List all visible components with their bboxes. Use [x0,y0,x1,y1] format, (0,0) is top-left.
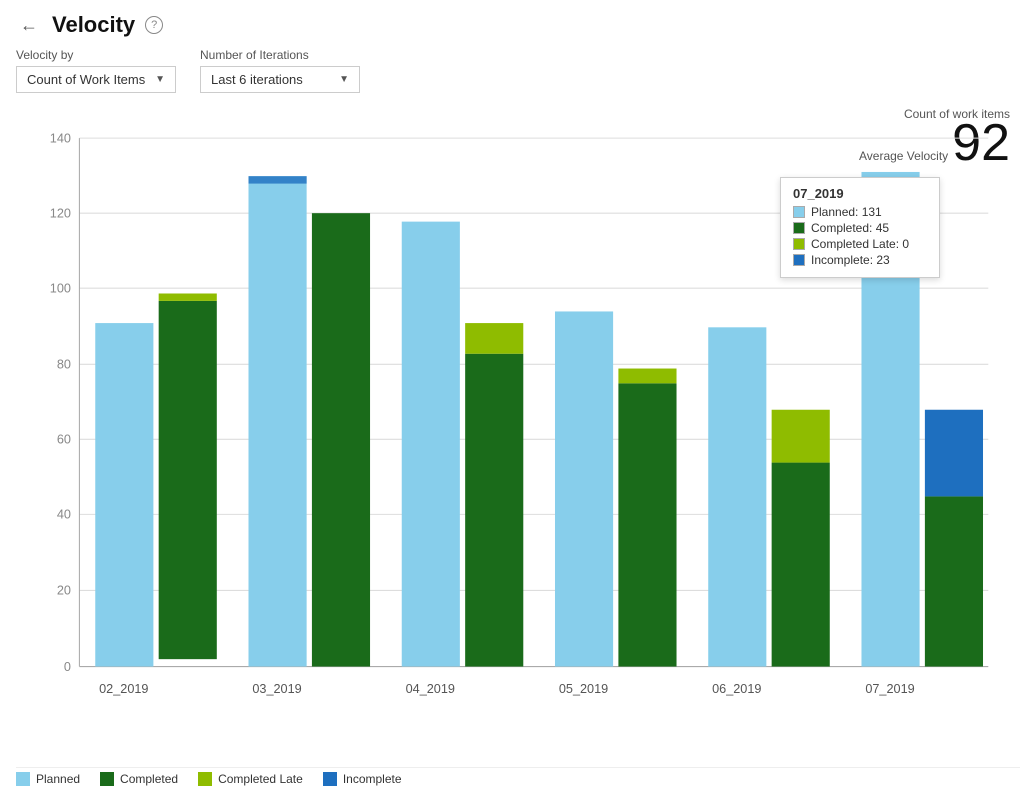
svg-text:140: 140 [50,131,71,145]
completed-late-bar-02 [159,293,217,300]
svg-text:80: 80 [57,358,71,372]
bar-group-03-2019: 03_2019 [249,176,371,696]
bar-group-06-2019: 06_2019 [708,327,830,696]
legend-completed-late-swatch [198,772,212,786]
planned-bar-05 [555,311,613,666]
completed-late-bar-04 [465,323,523,354]
svg-text:0: 0 [64,660,71,674]
chart-container: 140 120 100 80 60 40 20 0 [16,117,1020,763]
planned-bar-07 [861,172,919,667]
completed-late-bar-06 [772,410,830,463]
svg-text:05_2019: 05_2019 [559,682,608,696]
svg-text:120: 120 [50,206,71,220]
legend-item-incomplete: Incomplete [323,772,402,786]
bar-group-07-2019: 07_2019 [861,172,983,696]
bar-chart: 140 120 100 80 60 40 20 0 [16,117,1020,763]
iterations-group: Number of Iterations Last 6 iterations ▼ [200,48,360,93]
legend-incomplete-swatch [323,772,337,786]
completed-bar-05 [618,383,676,666]
svg-text:02_2019: 02_2019 [99,682,148,696]
planned-bar-04 [402,222,460,667]
svg-text:04_2019: 04_2019 [406,682,455,696]
velocity-by-label: Velocity by [16,48,176,62]
velocity-by-group: Velocity by Count of Work Items ▼ [16,48,176,93]
iterations-label: Number of Iterations [200,48,360,62]
legend-item-completed-late: Completed Late [198,772,303,786]
completed-bar-02 [159,301,217,659]
legend-item-planned: Planned [16,772,80,786]
legend-item-completed: Completed [100,772,178,786]
completed-bar-03 [312,213,370,666]
svg-text:06_2019: 06_2019 [712,682,761,696]
bar-group-02-2019: 02_2019 [95,293,217,695]
incomplete-top-03 [249,176,307,183]
svg-text:20: 20 [57,584,71,598]
velocity-by-arrow-icon: ▼ [155,74,165,85]
iterations-arrow-icon: ▼ [339,74,349,85]
legend-planned-label: Planned [36,772,80,786]
bar-group-05-2019: 05_2019 [555,311,677,696]
velocity-by-dropdown[interactable]: Count of Work Items ▼ [16,66,176,93]
svg-text:100: 100 [50,281,71,295]
completed-bar-07 [925,496,983,666]
planned-bar-02 [95,323,153,666]
incomplete-bar-07 [925,410,983,497]
legend-planned-swatch [16,772,30,786]
iterations-dropdown[interactable]: Last 6 iterations ▼ [200,66,360,93]
legend-completed-late-label: Completed Late [218,772,303,786]
planned-bar-03 [249,176,307,666]
back-button[interactable]: ← [16,13,42,38]
legend-completed-swatch [100,772,114,786]
page-title: Velocity [52,12,135,38]
svg-text:03_2019: 03_2019 [252,682,301,696]
completed-bar-04 [465,354,523,667]
chart-legend: Planned Completed Completed Late Incompl… [16,767,1020,786]
controls-bar: Velocity by Count of Work Items ▼ Number… [16,48,1020,93]
header: ← Velocity ? [16,12,1020,38]
help-icon[interactable]: ? [145,16,163,34]
svg-text:40: 40 [57,508,71,522]
velocity-by-value: Count of Work Items [27,72,145,87]
chart-area: Count of work items Average Velocity 92 … [16,107,1020,786]
svg-text:07_2019: 07_2019 [865,682,914,696]
iterations-value: Last 6 iterations [211,72,303,87]
completed-bar-06 [772,463,830,667]
page-container: ← Velocity ? Velocity by Count of Work I… [0,0,1036,794]
legend-incomplete-label: Incomplete [343,772,402,786]
completed-late-bar-05 [618,369,676,384]
svg-text:60: 60 [57,433,71,447]
planned-bar-06 [708,327,766,666]
legend-completed-label: Completed [120,772,178,786]
bar-group-04-2019: 04_2019 [402,222,524,696]
